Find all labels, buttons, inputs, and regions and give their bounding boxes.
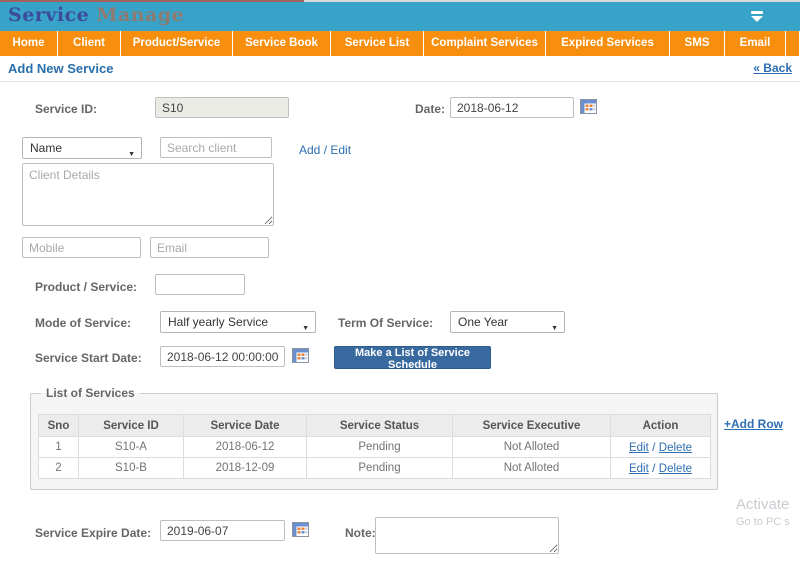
note-label: Note:	[345, 526, 376, 540]
cell-service-id: S10-B	[78, 457, 184, 479]
date-field[interactable]	[450, 97, 574, 118]
search-type-select[interactable]: Name ▼	[22, 137, 142, 159]
table-row: 2 S10-B 2018-12-09 Pending Not Alloted E…	[38, 457, 711, 479]
delete-link[interactable]: Delete	[659, 463, 692, 475]
nav-item-expired-services[interactable]: Expired Services	[546, 31, 670, 56]
service-manage-window: Service Manage Home Client Product/Servi…	[0, 0, 800, 569]
client-add-edit-links: Add / Edit	[299, 141, 351, 159]
service-expire-date-field[interactable]	[160, 520, 285, 541]
edit-link[interactable]: Edit	[629, 442, 649, 454]
col-service-executive: Service Executive	[452, 414, 611, 437]
edit-link[interactable]: Edit	[629, 463, 649, 475]
mode-of-service-select[interactable]: Half yearly Service ▼	[160, 311, 316, 333]
nav-item-email[interactable]: Email	[725, 31, 786, 56]
nav-filler	[786, 31, 800, 56]
client-edit-link[interactable]: Edit	[330, 143, 351, 157]
watermark-line2: Go to PC s	[736, 516, 790, 528]
watermark-line1: Activate	[736, 496, 790, 513]
col-service-status: Service Status	[306, 414, 453, 437]
page-title: Add New Service	[8, 61, 114, 76]
term-of-service-select[interactable]: One Year ▼	[450, 311, 565, 333]
services-table: Sno Service ID Service Date Service Stat…	[38, 414, 711, 479]
product-service-field[interactable]	[155, 274, 245, 295]
main-nav: Home Client Product/Service Service Book…	[0, 31, 800, 56]
mode-of-service-selected: Half yearly Service	[168, 315, 269, 329]
add-row-link[interactable]: +Add Row	[724, 417, 783, 431]
search-type-selected: Name	[30, 141, 63, 155]
cell-sno: 2	[38, 457, 79, 479]
note-textarea[interactable]	[375, 517, 559, 554]
product-service-label: Product / Service:	[35, 280, 138, 294]
nav-item-client[interactable]: Client	[58, 31, 121, 56]
cell-executive: Not Alloted	[452, 457, 611, 479]
add-edit-separator: /	[320, 143, 331, 157]
calendar-icon[interactable]	[292, 522, 309, 537]
app-title: Service Manage	[8, 4, 184, 26]
windows-activation-watermark: Activate Go to PC s	[736, 496, 790, 528]
service-start-date-label: Service Start Date:	[35, 351, 142, 365]
col-sno: Sno	[38, 414, 79, 437]
client-details-textarea[interactable]	[22, 163, 274, 226]
dropdown-icon-bar	[751, 11, 763, 14]
service-id-label: Service ID:	[35, 102, 98, 116]
date-label: Date:	[415, 102, 446, 116]
mode-of-service-label: Mode of Service:	[35, 316, 132, 330]
cell-status: Pending	[306, 436, 453, 458]
service-expire-date-label: Service Expire Date:	[35, 526, 152, 540]
chevron-down-icon: ▼	[302, 325, 309, 332]
cell-action: Edit / Delete	[610, 457, 711, 479]
app-title-service: Service	[8, 4, 90, 26]
app-header: Service Manage	[0, 2, 800, 31]
client-add-link[interactable]: Add	[299, 143, 320, 157]
mobile-field[interactable]	[22, 237, 141, 258]
back-link[interactable]: « Back	[753, 61, 792, 75]
nav-item-sms[interactable]: SMS	[670, 31, 725, 56]
app-title-manage: Manage	[89, 4, 185, 26]
delete-link[interactable]: Delete	[659, 442, 692, 454]
cell-action: Edit / Delete	[610, 436, 711, 458]
cell-sno: 1	[38, 436, 79, 458]
action-separator: /	[648, 440, 659, 454]
list-of-services-legend: List of Services	[46, 386, 135, 400]
nav-item-product-service[interactable]: Product/Service	[121, 31, 233, 56]
nav-item-complaint-services[interactable]: Complaint Services	[424, 31, 546, 56]
cell-service-date: 2018-12-09	[183, 457, 307, 479]
col-service-date: Service Date	[183, 414, 307, 437]
service-start-date-field[interactable]	[160, 346, 285, 367]
nav-item-service-book[interactable]: Service Book	[233, 31, 331, 56]
col-service-id: Service ID	[78, 414, 184, 437]
nav-item-home[interactable]: Home	[0, 31, 58, 56]
service-id-field[interactable]	[155, 97, 289, 118]
chevron-down-icon: ▼	[128, 151, 135, 158]
table-row: 1 S10-A 2018-06-12 Pending Not Alloted E…	[38, 436, 711, 458]
cell-service-date: 2018-06-12	[183, 436, 307, 458]
calendar-icon[interactable]	[292, 348, 309, 363]
dropdown-icon-triangle	[751, 16, 763, 22]
services-table-header-row: Sno Service ID Service Date Service Stat…	[38, 414, 711, 437]
calendar-icon[interactable]	[580, 99, 597, 114]
cell-service-id: S10-A	[78, 436, 184, 458]
cell-status: Pending	[306, 457, 453, 479]
action-separator: /	[648, 461, 659, 475]
col-action: Action	[610, 414, 711, 437]
dropdown-icon[interactable]	[750, 11, 764, 25]
cell-executive: Not Alloted	[452, 436, 611, 458]
nav-item-service-list[interactable]: Service List	[331, 31, 424, 56]
search-client-input[interactable]	[160, 137, 272, 158]
email-field[interactable]	[150, 237, 269, 258]
term-of-service-selected: One Year	[458, 315, 509, 329]
term-of-service-label: Term Of Service:	[338, 316, 434, 330]
heading-divider	[0, 81, 800, 82]
make-list-button[interactable]: Make a List of Service Schedule	[334, 346, 491, 371]
chevron-down-icon: ▼	[551, 325, 558, 332]
